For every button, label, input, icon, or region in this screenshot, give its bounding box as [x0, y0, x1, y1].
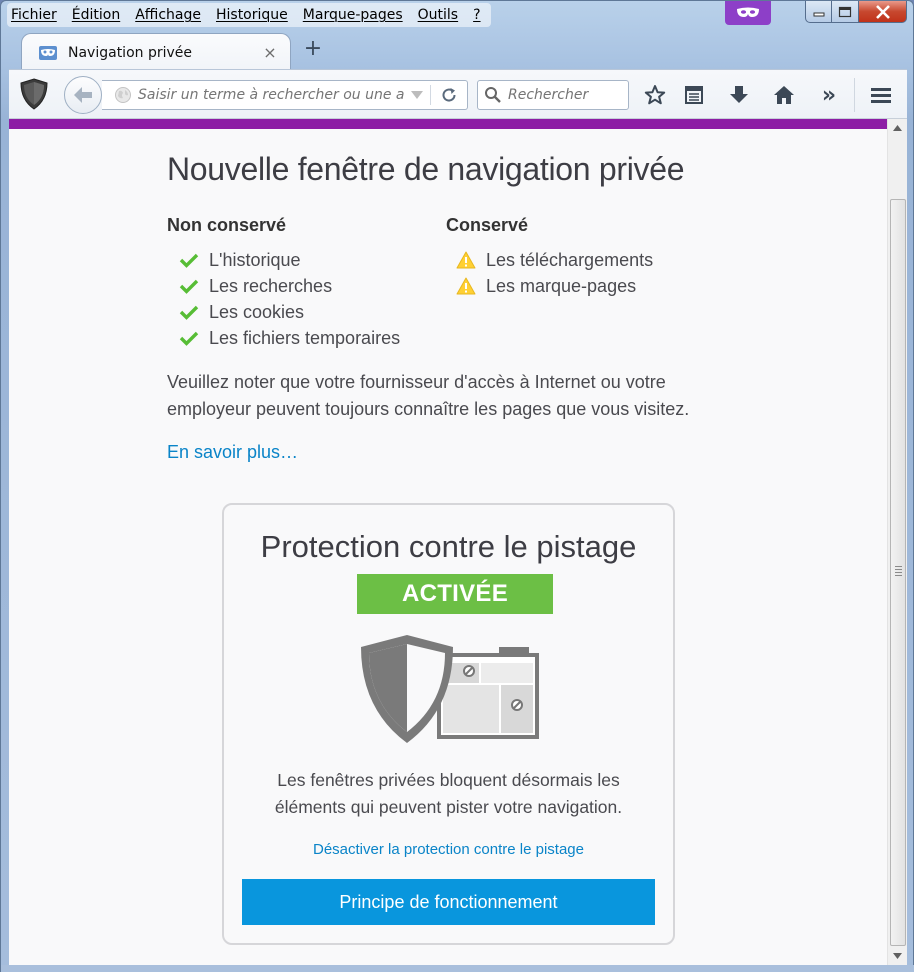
- private-browsing-indicator: [725, 1, 771, 25]
- list-item-label: Les cookies: [209, 301, 305, 322]
- search-input[interactable]: [508, 87, 618, 103]
- download-icon: [730, 86, 748, 103]
- list-item: Les fichiers temporaires: [179, 325, 400, 351]
- hamburger-menu-icon: [871, 88, 891, 103]
- new-tab-button[interactable]: +: [301, 36, 325, 62]
- back-arrow-icon: [74, 87, 92, 103]
- scrollbar-grip: [895, 566, 902, 578]
- list-item: Les téléchargements: [456, 247, 653, 273]
- isp-notice: Veuillez noter que votre fournisseur d'a…: [167, 369, 727, 423]
- divider: [854, 78, 855, 112]
- private-accent-line: [9, 119, 887, 129]
- page-content: Nouvelle fenêtre de navigation privée No…: [9, 129, 887, 965]
- close-icon: [875, 4, 890, 19]
- url-input[interactable]: [138, 87, 404, 103]
- list-item-label: Les fichiers temporaires: [209, 327, 401, 348]
- check-icon: [179, 331, 199, 346]
- minimize-button[interactable]: [805, 1, 832, 23]
- downloads-button[interactable]: [725, 81, 753, 109]
- globe-icon: [115, 87, 131, 103]
- scroll-down-button[interactable]: [888, 947, 907, 965]
- history-dropdown[interactable]: [404, 90, 430, 100]
- dropdown-arrow-icon: [411, 91, 423, 99]
- list-item: Les marque-pages: [456, 273, 653, 299]
- tracking-protection-card: Protection contre le pistage ACTIVÉE Les…: [222, 503, 675, 945]
- url-bar[interactable]: [102, 80, 468, 110]
- overflow-chevrons-icon: »: [821, 82, 837, 108]
- check-icon: [179, 279, 199, 294]
- list-item-label: Les marque-pages: [486, 275, 637, 296]
- bookmarks-menu-button[interactable]: [680, 81, 708, 109]
- menu-edition[interactable]: Édition: [72, 7, 120, 23]
- not-saved-heading: Non conservé: [167, 215, 287, 235]
- reload-button[interactable]: [431, 86, 467, 104]
- menu-outils[interactable]: Outils: [418, 7, 458, 23]
- reload-icon: [442, 88, 456, 102]
- menu-historique[interactable]: Historique: [216, 7, 288, 23]
- learn-more-link[interactable]: En savoir plus…: [167, 442, 298, 463]
- tracking-protection-description: Les fenêtres privées bloquent désormais …: [244, 767, 653, 821]
- menu-fichier[interactable]: Fichier: [11, 7, 57, 23]
- back-button[interactable]: [64, 76, 102, 114]
- bookmark-star-button[interactable]: [641, 81, 669, 109]
- chevron-up-icon: [893, 125, 902, 131]
- not-saved-list: L'historique Les recherches Les cookies …: [179, 247, 400, 351]
- list-item: Les cookies: [179, 299, 400, 325]
- window-bottom-border: [1, 965, 914, 972]
- list-item-label: L'historique: [209, 249, 301, 270]
- tracking-protection-button[interactable]: [17, 77, 51, 111]
- scrollbar-thumb[interactable]: [890, 199, 906, 946]
- list-item-label: Les recherches: [209, 275, 333, 296]
- home-icon: [774, 86, 794, 104]
- home-button[interactable]: [770, 81, 798, 109]
- window-controls: [805, 1, 907, 25]
- list-item: L'historique: [179, 247, 400, 273]
- warning-icon: [456, 277, 476, 295]
- description-line: éléments qui peuvent pister votre naviga…: [274, 797, 623, 817]
- maximize-icon: [838, 6, 852, 17]
- page-title: Nouvelle fenêtre de navigation privée: [167, 151, 685, 187]
- saved-heading: Conservé: [446, 215, 529, 235]
- identity-box[interactable]: [108, 86, 138, 104]
- menu-marque-pages[interactable]: Marque-pages: [303, 7, 403, 23]
- overflow-button[interactable]: »: [815, 81, 843, 109]
- status-badge: ACTIVÉE: [357, 574, 553, 614]
- description-line: Les fenêtres privées bloquent désormais …: [277, 770, 620, 790]
- warning-icon: [456, 251, 476, 269]
- menu-affichage[interactable]: Affichage: [135, 7, 201, 23]
- notice-line: employeur peuvent toujours connaître les…: [167, 399, 690, 419]
- star-icon: [644, 85, 666, 105]
- how-it-works-button[interactable]: Principe de fonctionnement: [242, 879, 655, 925]
- main-menu-button[interactable]: [867, 81, 895, 109]
- tracking-protection-illustration: [361, 635, 539, 743]
- bookmarks-list-icon: [685, 86, 703, 104]
- notice-line: Veuillez noter que votre fournisseur d'a…: [167, 372, 666, 392]
- list-item-label: Les téléchargements: [486, 249, 654, 270]
- scroll-up-button[interactable]: [888, 119, 907, 137]
- disable-tracking-protection-link[interactable]: Désactiver la protection contre le pista…: [224, 841, 673, 858]
- minimize-icon: [813, 12, 824, 16]
- menubar: Fichier Édition Affichage Historique Mar…: [7, 3, 491, 27]
- browser-window: Fichier Édition Affichage Historique Mar…: [0, 0, 914, 972]
- close-window-button[interactable]: [859, 1, 907, 23]
- search-icon: [485, 87, 501, 103]
- chevron-down-icon: [893, 953, 902, 959]
- shield-icon: [20, 78, 48, 110]
- check-icon: [179, 253, 199, 268]
- tab-title: Navigation privée: [68, 44, 193, 61]
- list-item: Les recherches: [179, 273, 400, 299]
- menu-aide[interactable]: ?: [473, 7, 480, 23]
- check-icon: [179, 305, 199, 320]
- navigation-toolbar: »: [9, 69, 907, 119]
- tab-navigation-privee[interactable]: Navigation privée ×: [21, 33, 291, 71]
- private-mask-icon: [39, 45, 57, 60]
- tracking-protection-title: Protection contre le pistage: [260, 529, 637, 564]
- private-mask-icon: [737, 7, 759, 17]
- search-bar[interactable]: [477, 80, 629, 110]
- tab-close-button[interactable]: ×: [258, 43, 282, 62]
- saved-list: Les téléchargements Les marque-pages: [456, 247, 653, 299]
- vertical-scrollbar[interactable]: [887, 119, 907, 965]
- maximize-button[interactable]: [832, 1, 859, 23]
